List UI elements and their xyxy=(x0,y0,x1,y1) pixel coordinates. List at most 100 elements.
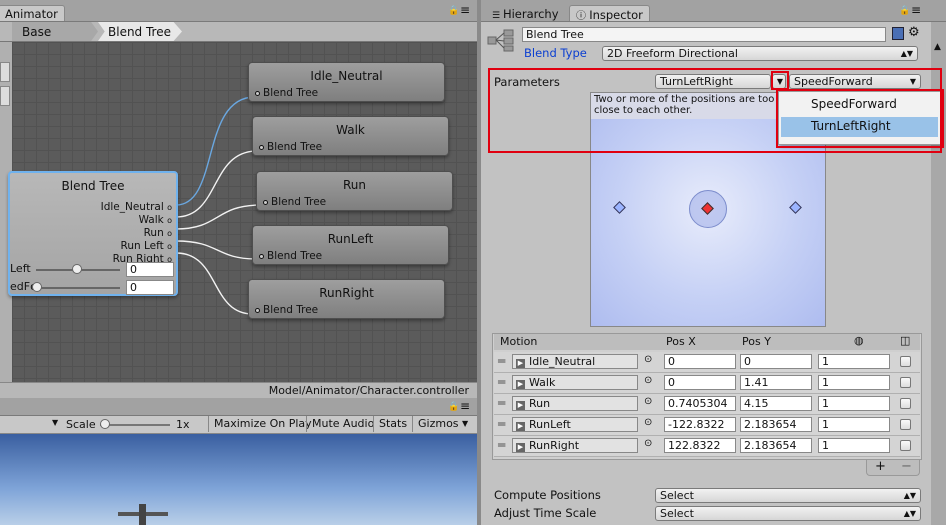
add-motion-button[interactable]: + xyxy=(875,459,886,474)
node-walk[interactable]: Walk Blend Tree xyxy=(252,116,449,156)
node-title: Idle_Neutral xyxy=(310,69,383,83)
pos-y-field[interactable]: 2.183654 xyxy=(740,417,812,432)
header-motion: Motion xyxy=(500,335,538,348)
param-label-left: Left xyxy=(10,262,31,275)
node-runright[interactable]: RunRight Blend Tree xyxy=(248,279,445,319)
param-value-speed[interactable]: 0 xyxy=(126,280,174,295)
mirror-checkbox[interactable] xyxy=(900,419,911,430)
mirror-icon: ◫ xyxy=(900,334,911,347)
node-run[interactable]: Run Blend Tree xyxy=(256,171,453,211)
node-title: RunLeft xyxy=(327,232,374,246)
maximize-on-play-button[interactable]: Maximize On Play xyxy=(208,416,317,432)
mirror-checkbox[interactable] xyxy=(900,398,911,409)
mirror-checkbox[interactable] xyxy=(900,377,911,388)
select-object-icon[interactable]: ⊙ xyxy=(644,354,652,365)
slider-thumb[interactable] xyxy=(32,282,42,292)
drag-handle-icon[interactable]: ═ xyxy=(498,354,505,368)
stats-button[interactable]: Stats xyxy=(373,416,412,432)
highlight-dropdown-menu xyxy=(776,89,944,148)
blend-tree-title: Blend Tree xyxy=(61,179,125,193)
character-head xyxy=(139,504,146,525)
param-value-left[interactable]: 0 xyxy=(126,262,174,277)
menu-icon[interactable]: ≡ xyxy=(460,399,470,413)
output-run-left[interactable]: Run Left o xyxy=(101,240,172,253)
node-runleft[interactable]: RunLeft Blend Tree xyxy=(252,225,449,265)
select-object-icon[interactable]: ⊙ xyxy=(644,417,652,428)
speed-field[interactable]: 1 xyxy=(818,396,890,411)
node-input-port[interactable]: Blend Tree xyxy=(259,250,322,262)
game-viewport[interactable] xyxy=(0,434,477,525)
tab-inspector[interactable]: ⓘ Inspector xyxy=(569,5,650,22)
motion-clip-field[interactable]: ▶ Walk xyxy=(512,375,638,390)
gizmos-arrow-icon[interactable]: ▼ xyxy=(462,419,468,428)
pos-x-field[interactable]: -122.8322 xyxy=(664,417,736,432)
mirror-checkbox[interactable] xyxy=(900,440,911,451)
motion-clip-field[interactable]: ▶ Run xyxy=(512,396,638,411)
pos-y-field[interactable]: 1.41 xyxy=(740,375,812,390)
node-title: Run xyxy=(342,178,366,192)
node-idle-neutral[interactable]: Idle_Neutral Blend Tree xyxy=(248,62,445,102)
pos-y-field[interactable]: 4.15 xyxy=(740,396,812,411)
speed-field[interactable]: 1 xyxy=(818,417,890,432)
highlight-param-x-arrow xyxy=(771,71,789,90)
lock-icon[interactable]: 🔒 xyxy=(448,402,459,412)
output-walk[interactable]: Walk o xyxy=(101,214,172,227)
motion-row[interactable]: ═ ▶ Idle_Neutral ⊙ 0 0 1 xyxy=(494,352,920,373)
drag-handle-icon[interactable]: ═ xyxy=(498,375,505,389)
pos-y-field[interactable]: 0 xyxy=(740,354,812,369)
drag-handle-icon[interactable]: ═ xyxy=(498,438,505,452)
slider-thumb[interactable] xyxy=(72,264,82,274)
motion-row[interactable]: ═ ▶ RunRight ⊙ 122.8322 2.183654 1 xyxy=(494,436,920,457)
pos-y-field[interactable]: 2.183654 xyxy=(740,438,812,453)
blend-type-dropdown[interactable]: 2D Freeform Directional ▲▼ xyxy=(602,46,918,61)
help-book-icon[interactable] xyxy=(892,27,904,40)
select-object-icon[interactable]: ⊙ xyxy=(644,438,652,449)
menu-icon[interactable]: ≡ xyxy=(911,3,921,17)
mute-audio-button[interactable]: Mute Audio xyxy=(306,416,379,432)
speed-field[interactable]: 1 xyxy=(818,438,890,453)
select-object-icon[interactable]: ⊙ xyxy=(644,396,652,407)
motion-row[interactable]: ═ ▶ Walk ⊙ 0 1.41 1 xyxy=(494,373,920,394)
drag-handle-icon[interactable]: ═ xyxy=(498,417,505,431)
aspect-dropdown-arrow-icon[interactable]: ▼ xyxy=(52,418,58,427)
lock-icon[interactable]: 🔒 xyxy=(899,6,910,16)
motion-row[interactable]: ═ ▶ RunLeft ⊙ -122.8322 2.183654 1 xyxy=(494,415,920,436)
motion-header: Motion Pos X Pos Y ◍ ◫ xyxy=(494,334,920,350)
animation-clip-icon: ▶ xyxy=(516,380,525,389)
output-run[interactable]: Run o xyxy=(101,227,172,240)
node-input-port[interactable]: Blend Tree xyxy=(255,87,318,99)
pos-x-field[interactable]: 0.7405304 xyxy=(664,396,736,411)
name-field[interactable]: Blend Tree xyxy=(522,27,886,42)
motion-clip-field[interactable]: ▶ RunRight xyxy=(512,438,638,453)
node-input-port[interactable]: Blend Tree xyxy=(255,304,318,316)
tab-hierarchy[interactable]: ☰ Hierarchy xyxy=(485,5,566,21)
scale-value: 1x xyxy=(176,418,190,431)
param-slider-speed[interactable] xyxy=(36,287,120,289)
slider-thumb[interactable] xyxy=(100,419,110,429)
motion-clip-field[interactable]: ▶ Idle_Neutral xyxy=(512,354,638,369)
motion-row[interactable]: ═ ▶ Run ⊙ 0.7405304 4.15 1 xyxy=(494,394,920,415)
blend-tree-node[interactable]: Blend Tree Idle_Neutral o Walk o Run o R… xyxy=(8,171,178,296)
speed-field[interactable]: 1 xyxy=(818,354,890,369)
animation-clip-icon: ▶ xyxy=(516,443,525,452)
compute-positions-dropdown[interactable]: Select ▲▼ xyxy=(655,488,921,503)
header-pos-y: Pos Y xyxy=(742,335,771,348)
select-object-icon[interactable]: ⊙ xyxy=(644,375,652,386)
gear-icon[interactable]: ⚙ xyxy=(908,25,920,40)
scale-slider[interactable] xyxy=(100,424,170,426)
pos-x-field[interactable]: 122.8322 xyxy=(664,438,736,453)
node-input-port[interactable]: Blend Tree xyxy=(259,141,322,153)
output-list: Idle_Neutral o Walk o Run o Run Left o R… xyxy=(101,201,172,266)
mirror-checkbox[interactable] xyxy=(900,356,911,367)
motion-clip-field[interactable]: ▶ RunLeft xyxy=(512,417,638,432)
adjust-time-scale-dropdown[interactable]: Select ▲▼ xyxy=(655,506,921,521)
speed-field[interactable]: 1 xyxy=(818,375,890,390)
node-input-port[interactable]: Blend Tree xyxy=(263,196,326,208)
output-idle-neutral[interactable]: Idle_Neutral o xyxy=(101,201,172,214)
remove-motion-button[interactable]: − xyxy=(901,459,912,474)
pos-x-field[interactable]: 0 xyxy=(664,375,736,390)
list-footer: + − xyxy=(866,459,920,476)
pos-x-field[interactable]: 0 xyxy=(664,354,736,369)
drag-handle-icon[interactable]: ═ xyxy=(498,396,505,410)
scroll-up-arrow-icon[interactable]: ▲ xyxy=(934,42,941,52)
